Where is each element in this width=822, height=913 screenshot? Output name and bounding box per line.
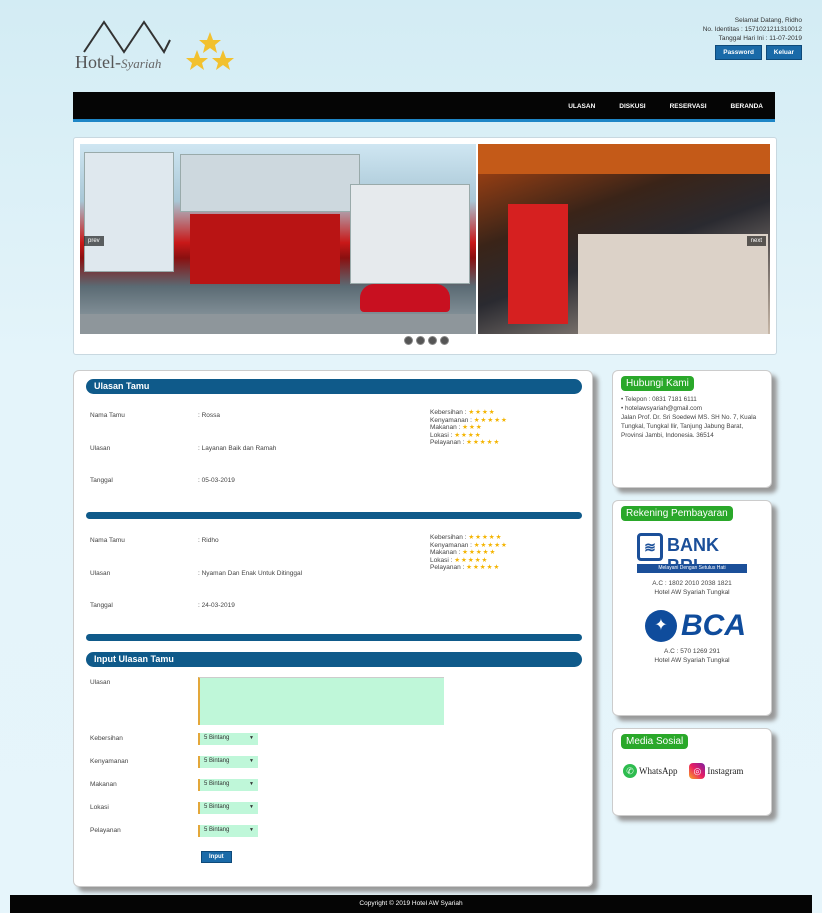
review-name: : Ridho bbox=[198, 537, 219, 544]
bri-logo: ≋ BANK BRI Melayani Dengan Setulus Hati bbox=[637, 533, 747, 576]
review-text: : Layanan Baik dan Ramah bbox=[198, 445, 277, 452]
review-text: : Nyaman Dan Enak Untuk Ditinggal bbox=[198, 570, 303, 577]
social-title: Media Sosial bbox=[621, 734, 689, 749]
whatsapp-icon[interactable]: ✆ bbox=[623, 764, 637, 778]
logo[interactable]: Hotel-Syariah bbox=[70, 18, 234, 78]
contact-title: Hubungi Kami bbox=[621, 376, 694, 391]
chevron-down-icon: ▼ bbox=[249, 827, 254, 833]
bca-logo: ✦ BCA bbox=[637, 609, 747, 645]
password-button[interactable]: Password bbox=[715, 45, 762, 60]
contact-phone: • Telepon : 0831 7181 6111 bbox=[621, 396, 697, 403]
name-label: Nama Tamu bbox=[90, 412, 125, 419]
input-title: Input Ulasan Tamu bbox=[86, 652, 582, 667]
contact-box: Hubungi Kami • Telepon : 0831 7181 6111 … bbox=[612, 370, 772, 488]
nav-ulasan[interactable]: ULASAN bbox=[568, 103, 595, 110]
divider bbox=[86, 512, 582, 519]
review-ratings: Kebersihan : ★★★★ Kenyamanan : ★★★★★ Mak… bbox=[430, 409, 508, 446]
bca-account: A.C : 570 1269 291 bbox=[663, 648, 720, 655]
bri-holder: Hotel AW Syariah Tungkal bbox=[654, 589, 730, 596]
logout-button[interactable]: Keluar bbox=[765, 45, 802, 60]
name-label: Nama Tamu bbox=[90, 537, 125, 544]
date-label: Tanggal bbox=[90, 602, 113, 609]
divider bbox=[86, 634, 582, 641]
reviews-panel: Ulasan Tamu Nama Tamu : Rossa Ulasan : L… bbox=[73, 370, 593, 887]
kenyamanan-label: Kenyamanan bbox=[90, 758, 129, 765]
lokasi-label: Lokasi bbox=[90, 804, 109, 811]
hotel-exterior-image: prev bbox=[80, 144, 476, 334]
footer: Copyright © 2019 Hotel AW Syariah bbox=[10, 895, 812, 913]
kebersihan-label: Kebersihan bbox=[90, 735, 123, 742]
reviews-title: Ulasan Tamu bbox=[86, 379, 582, 394]
slider-next[interactable]: next bbox=[746, 236, 766, 246]
image-slider: prev next bbox=[73, 137, 777, 355]
chevron-down-icon: ▼ bbox=[249, 781, 254, 787]
copyright-text: Copyright © 2019 Hotel AW Syariah bbox=[359, 900, 463, 907]
slider-dot[interactable] bbox=[428, 336, 437, 345]
slider-dot[interactable] bbox=[440, 336, 449, 345]
review-label: Ulasan bbox=[90, 570, 111, 577]
nav-reservasi[interactable]: RESERVASI bbox=[670, 103, 707, 110]
payment-box: Rekening Pembayaran ≋ BANK BRI Melayani … bbox=[612, 500, 772, 716]
pelayanan-select[interactable]: 5 Bintang ▼ bbox=[198, 825, 258, 837]
bri-account: A.C : 1802 2010 2038 1821 bbox=[652, 580, 732, 587]
review-ratings: Kebersihan : ★★★★★ Kenyamanan : ★★★★★ Ma… bbox=[430, 534, 508, 571]
slider-prev[interactable]: prev bbox=[84, 236, 104, 246]
review-name: : Rossa bbox=[198, 412, 221, 419]
review-date: : 05-03-2019 bbox=[198, 477, 235, 484]
review-textarea[interactable] bbox=[198, 677, 444, 725]
whatsapp-link[interactable]: WhatsApp bbox=[639, 766, 678, 776]
today-date: Tanggal Hari Ini : 11-07-2019 bbox=[718, 35, 802, 42]
makanan-label: Makanan bbox=[90, 781, 117, 788]
aw-logo-icon bbox=[83, 20, 171, 54]
kebersihan-select[interactable]: 5 Bintang ▼ bbox=[198, 733, 258, 745]
contact-email[interactable]: • hotelawsyariah@gmail.com bbox=[621, 404, 763, 413]
greeting: Selamat Datang, Ridho bbox=[734, 17, 802, 24]
hotel-lobby-image: next bbox=[478, 144, 770, 334]
stars-icon bbox=[186, 32, 234, 70]
bri-icon: ≋ bbox=[637, 533, 663, 561]
bca-icon: ✦ bbox=[645, 610, 677, 642]
slider-dot[interactable] bbox=[404, 336, 413, 345]
nav-diskusi[interactable]: DISKUSI bbox=[619, 103, 645, 110]
instagram-link[interactable]: Instagram bbox=[707, 766, 743, 776]
social-box: Media Sosial ✆ WhatsApp ◎ Instagram bbox=[612, 728, 772, 816]
chevron-down-icon: ▼ bbox=[249, 735, 254, 741]
payment-title: Rekening Pembayaran bbox=[621, 506, 733, 521]
makanan-select[interactable]: 5 Bintang ▼ bbox=[198, 779, 258, 791]
nav-beranda[interactable]: BERANDA bbox=[731, 103, 764, 110]
slider-dot[interactable] bbox=[416, 336, 425, 345]
user-info: Selamat Datang, Ridho No. Identitas : 15… bbox=[703, 16, 802, 60]
input-review-label: Ulasan bbox=[90, 679, 111, 686]
identity-number: No. Identitas : 1571021211310012 bbox=[702, 26, 802, 33]
chevron-down-icon: ▼ bbox=[249, 804, 254, 810]
date-label: Tanggal bbox=[90, 477, 113, 484]
submit-review-button[interactable]: Input bbox=[201, 851, 232, 863]
main-nav: ULASAN DISKUSI RESERVASI BERANDA bbox=[73, 92, 775, 122]
logo-text: Hotel-Syariah bbox=[75, 52, 162, 72]
kenyamanan-select[interactable]: 5 Bintang ▼ bbox=[198, 756, 258, 768]
bca-holder: Hotel AW Syariah Tungkal bbox=[654, 657, 730, 664]
pelayanan-label: Pelayanan bbox=[90, 827, 121, 834]
lokasi-select[interactable]: 5 Bintang ▼ bbox=[198, 802, 258, 814]
review-date: : 24-03-2019 bbox=[198, 602, 235, 609]
instagram-icon[interactable]: ◎ bbox=[689, 763, 706, 779]
review-label: Ulasan bbox=[90, 445, 111, 452]
contact-address: Jalan Prof. Dr. Sri Soedewi MS. SH No. 7… bbox=[621, 414, 757, 439]
slider-dots bbox=[404, 336, 452, 347]
chevron-down-icon: ▼ bbox=[249, 758, 254, 764]
